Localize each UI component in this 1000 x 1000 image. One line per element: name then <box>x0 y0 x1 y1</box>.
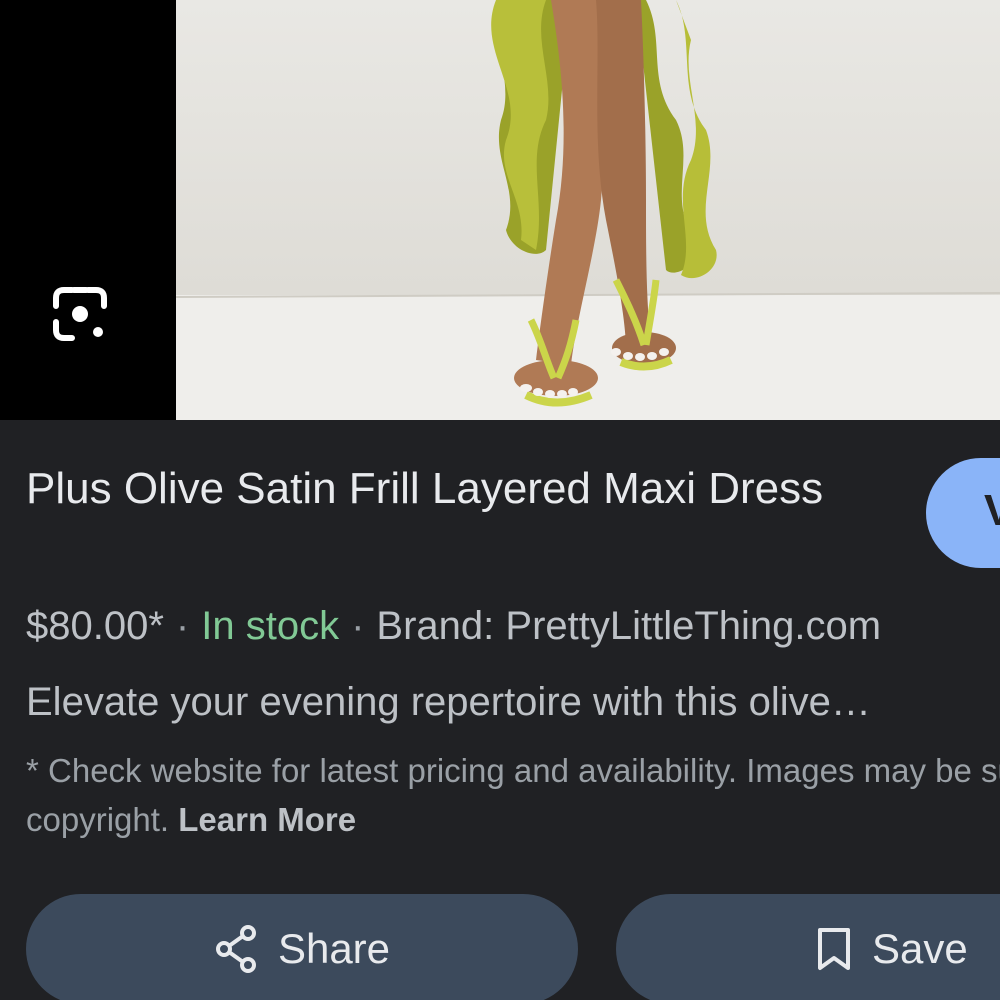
visit-button[interactable]: V <box>926 458 1000 568</box>
product-photo[interactable] <box>176 0 1000 420</box>
product-info-panel: Plus Olive Satin Frill Layered Maxi Dres… <box>0 420 1000 1000</box>
pricing-disclaimer: * Check website for latest pricing and a… <box>26 746 1000 844</box>
visit-button-label: V <box>984 486 1000 535</box>
product-description[interactable]: Elevate your evening repertoire with thi… <box>26 674 871 730</box>
google-lens-button[interactable] <box>44 280 116 352</box>
product-price: $80.00* <box>26 604 164 648</box>
product-brand: Brand: PrettyLittleThing.com <box>376 604 882 648</box>
save-button[interactable]: Save <box>616 894 1000 1000</box>
google-lens-icon <box>50 284 110 349</box>
separator-dot: · <box>175 604 190 648</box>
share-button[interactable]: Share <box>26 894 578 1000</box>
disclaimer-text: * Check website for latest pricing and a… <box>26 752 1000 838</box>
product-meta: $80.00* · In stock · Brand: PrettyLittleThin… <box>26 598 881 654</box>
product-title[interactable]: Plus Olive Satin Frill Layered Maxi Dres… <box>26 458 886 520</box>
save-button-label: Save <box>872 925 968 972</box>
share-icon <box>214 925 258 973</box>
separator-dot: · <box>351 604 365 648</box>
bookmark-icon <box>816 926 852 972</box>
product-detail-page: Plus Olive Satin Frill Layered Maxi Dres… <box>0 0 1000 1000</box>
share-button-label: Share <box>277 925 391 972</box>
learn-more-link[interactable]: Learn More <box>178 801 356 838</box>
stock-status: In stock <box>201 604 340 648</box>
image-viewer <box>0 0 1000 420</box>
